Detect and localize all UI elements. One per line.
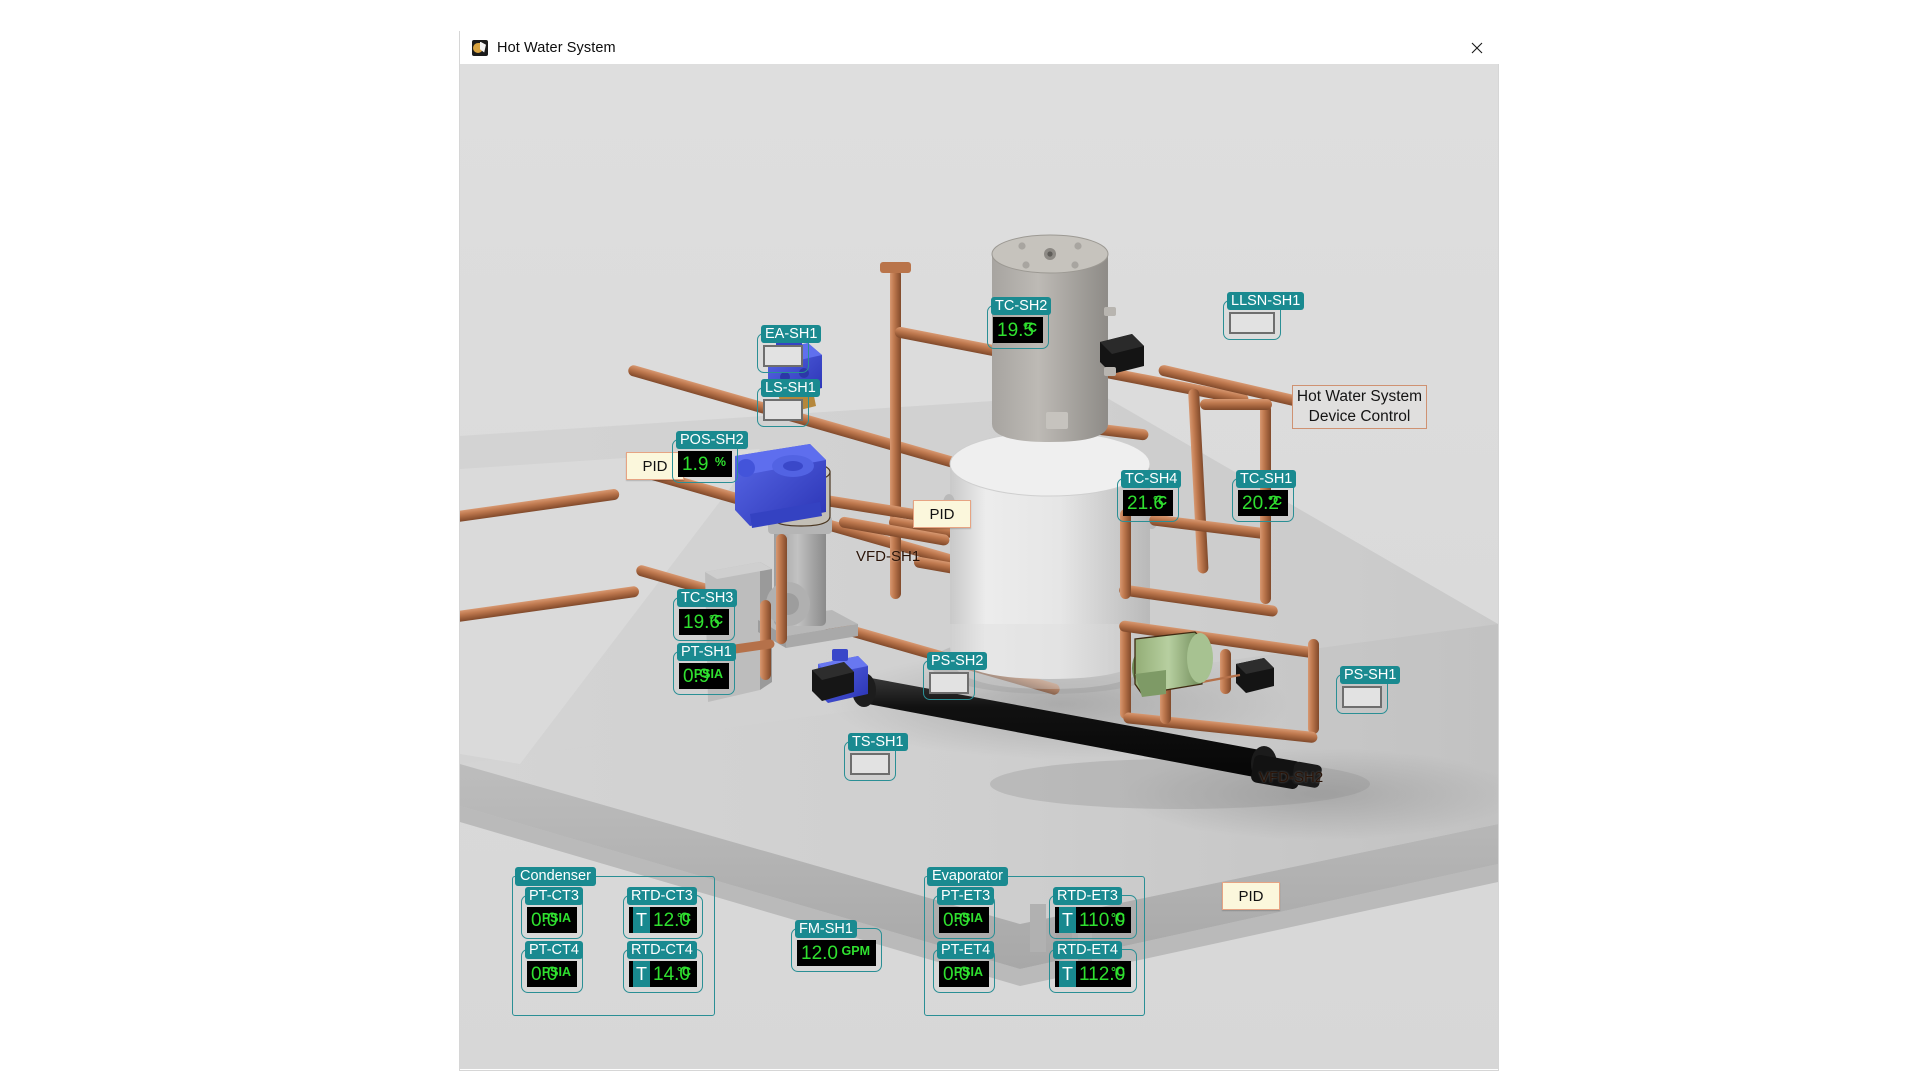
ps-sh2-readout[interactable] bbox=[929, 672, 969, 694]
pt-et3-unit: PSIA bbox=[953, 911, 983, 925]
sensor-tc-sh3-tag: TC-SH3 bbox=[677, 589, 738, 607]
sensor-ps-sh2[interactable]: PS-SH2 bbox=[923, 652, 988, 700]
sensor-tc-sh2-tag: TC-SH2 bbox=[991, 297, 1052, 315]
pt-et3-readout[interactable]: 0.0 PSIA bbox=[939, 907, 989, 933]
pid-button-pid-3[interactable]: PID bbox=[1222, 882, 1280, 910]
fm-sh1-value: 12.0 bbox=[801, 942, 838, 964]
sensor-rtd-ct3-tag: RTD-CT3 bbox=[627, 887, 697, 905]
sensor-llsn-sh1[interactable]: LLSN-SH1 bbox=[1223, 292, 1305, 340]
ea-sh1-readout[interactable] bbox=[763, 345, 803, 367]
tc-sh3-readout[interactable]: 19.6 °C bbox=[679, 609, 729, 635]
sensor-rtd-et4-tag: RTD-ET4 bbox=[1053, 941, 1122, 959]
tc-sh4-readout[interactable]: 21.6 °C bbox=[1123, 490, 1173, 516]
sensor-ls-sh1[interactable]: LS-SH1 bbox=[757, 379, 820, 427]
group-evaporator-tag: Evaporator bbox=[927, 867, 1008, 886]
sensor-ts-sh1-tag: TS-SH1 bbox=[848, 733, 908, 751]
tc-sh2-unit: °C bbox=[1022, 321, 1037, 335]
pt-ct4-unit: PSIA bbox=[541, 965, 571, 979]
sensor-pt-ct4-tag: PT-CT4 bbox=[525, 941, 583, 959]
pt-sh1-unit: PSIA bbox=[693, 667, 723, 681]
model-label-vfd-sh1: VFD-SH1 bbox=[856, 548, 921, 565]
group-condenser-tag: Condenser bbox=[515, 867, 596, 886]
sensor-fm-sh1[interactable]: FM-SH1 12.0 GPM bbox=[791, 920, 882, 972]
sensor-rtd-ct4[interactable]: RTD-CT4 T 14.0 °C bbox=[623, 941, 703, 993]
pos-sh2-unit: % bbox=[714, 455, 726, 469]
rtd-et4-unit: °C bbox=[1110, 965, 1125, 979]
pid-button-pid-2[interactable]: PID bbox=[913, 500, 971, 528]
rtd-ct4-unit: °C bbox=[676, 965, 691, 979]
sensor-llsn-sh1-tag: LLSN-SH1 bbox=[1227, 292, 1305, 310]
sensor-fm-sh1-tag: FM-SH1 bbox=[795, 920, 857, 938]
pos-sh2-value: 1.9 bbox=[682, 453, 709, 475]
sensor-pt-ct4[interactable]: PT-CT4 0.0 PSIA bbox=[521, 941, 583, 993]
llsn-sh1-readout[interactable] bbox=[1229, 312, 1275, 334]
rtd-et4-type-prefix: T bbox=[1059, 961, 1076, 987]
tc-sh3-unit: °C bbox=[708, 613, 723, 627]
tc-sh4-unit: °C bbox=[1152, 494, 1167, 508]
group-evaporator: Evaporator PT-ET3 0.0 PSIA RTD-ET3 T 110.0 °C PT… bbox=[924, 867, 1145, 1016]
sensor-pt-et3[interactable]: PT-ET3 0.0 PSIA bbox=[933, 887, 995, 939]
sensor-ps-sh1-tag: PS-SH1 bbox=[1340, 666, 1401, 684]
rtd-ct4-readout[interactable]: T 14.0 °C bbox=[629, 961, 697, 987]
model-label-vfd-sh2: VFD-SH2 bbox=[1259, 769, 1324, 786]
sensor-rtd-et3[interactable]: RTD-ET3 T 110.0 °C bbox=[1049, 887, 1137, 939]
app-icon bbox=[472, 39, 488, 56]
sensor-pos-sh2[interactable]: POS-SH2 1.9% bbox=[672, 431, 748, 483]
sensor-ps-sh1[interactable]: PS-SH1 bbox=[1336, 666, 1401, 714]
close-icon[interactable] bbox=[1454, 31, 1500, 64]
tc-sh1-readout[interactable]: 20.2 °C bbox=[1238, 490, 1288, 516]
sensor-ea-sh1-tag: EA-SH1 bbox=[761, 325, 822, 343]
pt-et4-readout[interactable]: 0.0 PSIA bbox=[939, 961, 989, 987]
sensor-rtd-ct3[interactable]: RTD-CT3 T 12.0 °C bbox=[623, 887, 703, 939]
sensor-ts-sh1[interactable]: TS-SH1 bbox=[844, 733, 908, 781]
sensor-ls-sh1-tag: LS-SH1 bbox=[761, 379, 820, 397]
device-control-button[interactable]: Hot Water System Device Control bbox=[1292, 385, 1427, 429]
rtd-et3-unit: °C bbox=[1110, 911, 1125, 925]
sensor-pt-sh1-tag: PT-SH1 bbox=[677, 643, 736, 661]
tc-sh1-unit: °C bbox=[1267, 494, 1282, 508]
sensor-pt-et4-tag: PT-ET4 bbox=[937, 941, 995, 959]
sensor-pt-et4[interactable]: PT-ET4 0.0 PSIA bbox=[933, 941, 995, 993]
sensor-ea-sh1[interactable]: EA-SH1 bbox=[757, 325, 822, 373]
rtd-ct3-unit: °C bbox=[676, 911, 691, 925]
ts-sh1-readout[interactable] bbox=[850, 753, 890, 775]
rtd-ct3-readout[interactable]: T 12.0 °C bbox=[629, 907, 697, 933]
fm-sh1-readout[interactable]: 12.0 GPM bbox=[797, 940, 876, 966]
sensor-pt-sh1[interactable]: PT-SH1 0.9 PSIA bbox=[673, 643, 736, 695]
pt-ct3-unit: PSIA bbox=[541, 911, 571, 925]
rtd-ct4-type-prefix: T bbox=[633, 961, 650, 987]
sensor-pt-ct3[interactable]: PT-CT3 0.0 PSIA bbox=[521, 887, 583, 939]
sensor-pt-ct3-tag: PT-CT3 bbox=[525, 887, 583, 905]
pos-sh2-readout[interactable]: 1.9% bbox=[678, 451, 732, 477]
ls-sh1-readout[interactable] bbox=[763, 399, 803, 421]
sensor-tc-sh1-tag: TC-SH1 bbox=[1236, 470, 1297, 488]
window-title: Hot Water System bbox=[497, 39, 616, 56]
pt-ct3-readout[interactable]: 0.0 PSIA bbox=[527, 907, 577, 933]
ps-sh1-readout[interactable] bbox=[1342, 686, 1382, 708]
device-control-line-1: Hot Water System bbox=[1296, 388, 1423, 405]
sensor-rtd-et4[interactable]: RTD-ET4 T 112.0 °C bbox=[1049, 941, 1137, 993]
sensor-rtd-et3-tag: RTD-ET3 bbox=[1053, 887, 1122, 905]
tc-sh2-readout[interactable]: 19.5 °C bbox=[993, 317, 1043, 343]
sensor-tc-sh2[interactable]: TC-SH2 19.5 °C bbox=[987, 297, 1052, 349]
rtd-et3-type-prefix: T bbox=[1059, 907, 1076, 933]
rtd-ct3-type-prefix: T bbox=[633, 907, 650, 933]
sensor-tc-sh4[interactable]: TC-SH4 21.6 °C bbox=[1117, 470, 1182, 522]
pt-ct4-readout[interactable]: 0.0 PSIA bbox=[527, 961, 577, 987]
rtd-et4-readout[interactable]: T 112.0 °C bbox=[1055, 961, 1131, 987]
device-control-line-2: Device Control bbox=[1308, 408, 1411, 425]
sensor-pos-sh2-tag: POS-SH2 bbox=[676, 431, 748, 449]
title-bar: Hot Water System bbox=[460, 31, 1500, 64]
sensor-ps-sh2-tag: PS-SH2 bbox=[927, 652, 988, 670]
group-condenser: Condenser PT-CT3 0.0 PSIA RTD-CT3 T 12.0 °C PT-C… bbox=[512, 867, 715, 1016]
sensor-tc-sh1[interactable]: TC-SH1 20.2 °C bbox=[1232, 470, 1297, 522]
fm-sh1-unit: GPM bbox=[841, 944, 870, 958]
pt-sh1-readout[interactable]: 0.9 PSIA bbox=[679, 663, 729, 689]
sensor-tc-sh3[interactable]: TC-SH3 19.6 °C bbox=[673, 589, 738, 641]
sensor-pt-et3-tag: PT-ET3 bbox=[937, 887, 995, 905]
sensor-rtd-ct4-tag: RTD-CT4 bbox=[627, 941, 697, 959]
pt-et4-unit: PSIA bbox=[953, 965, 983, 979]
sensor-tc-sh4-tag: TC-SH4 bbox=[1121, 470, 1182, 488]
rtd-et3-readout[interactable]: T 110.0 °C bbox=[1055, 907, 1131, 933]
